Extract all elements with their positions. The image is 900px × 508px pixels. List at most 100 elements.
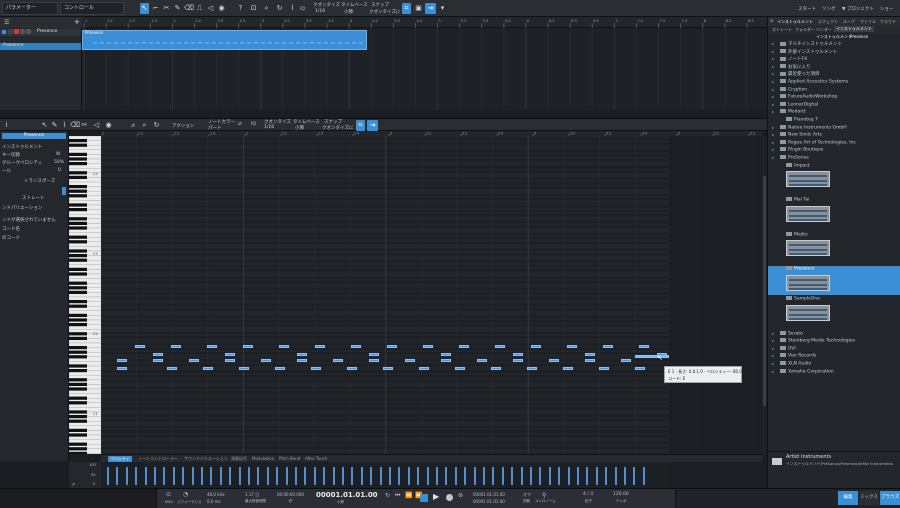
browser-item[interactable]: ▸ New Sonic Arts bbox=[768, 132, 900, 140]
velocity-bar[interactable] bbox=[436, 467, 438, 485]
browser-item[interactable]: ▸ Applied Acoustics Systems bbox=[768, 79, 900, 87]
show-page-button[interactable]: ショー bbox=[880, 6, 894, 12]
velocity-bar[interactable] bbox=[285, 467, 288, 485]
editor-paint-icon[interactable]: ⌇ bbox=[60, 120, 69, 131]
midi-note[interactable] bbox=[333, 359, 343, 362]
expand-arrow-icon[interactable]: ▸ bbox=[772, 71, 774, 76]
pencil-tool-icon[interactable]: ✎ bbox=[173, 3, 182, 14]
browser-tab[interactable]: ループ bbox=[843, 19, 855, 25]
velocity-bar[interactable] bbox=[539, 467, 542, 485]
midi-note[interactable] bbox=[225, 353, 235, 356]
expand-arrow-icon[interactable]: ▸ bbox=[772, 87, 774, 92]
midi-note[interactable] bbox=[279, 345, 289, 348]
midi-note[interactable] bbox=[441, 359, 451, 362]
expand-arrow-icon[interactable]: ▸ bbox=[772, 49, 774, 54]
expand-arrow-icon[interactable]: ▸ bbox=[772, 361, 774, 366]
velocity-bar[interactable] bbox=[210, 467, 213, 485]
velocity-bar[interactable] bbox=[464, 467, 467, 485]
velocity-bar[interactable] bbox=[182, 467, 185, 485]
inspector-row[interactable]: グルーヴベロシティ bbox=[2, 160, 42, 166]
velocity-bar[interactable] bbox=[370, 467, 373, 485]
velocity-bar[interactable] bbox=[313, 467, 316, 485]
velocity-bar[interactable] bbox=[624, 467, 626, 485]
expand-arrow-icon[interactable]: ▸ bbox=[772, 369, 774, 374]
browser-item[interactable]: ▸ マルチインストゥルメント bbox=[768, 41, 900, 49]
instrument-thumbnail[interactable] bbox=[786, 240, 830, 257]
midi-note[interactable] bbox=[315, 345, 325, 348]
browser-item[interactable]: ▸ FutureAudioWorkshop bbox=[768, 94, 900, 102]
metronome-icon[interactable]: ⚲ bbox=[542, 492, 546, 499]
editor-pencil-icon[interactable]: ✎ bbox=[50, 120, 59, 131]
velocity-bar[interactable] bbox=[577, 467, 579, 485]
midi-note[interactable] bbox=[275, 367, 285, 370]
expand-arrow-icon[interactable]: ▸ bbox=[772, 41, 774, 46]
velocity-bar[interactable] bbox=[201, 467, 203, 485]
expand-arrow-icon[interactable]: ▸ bbox=[772, 147, 774, 152]
instrument-thumbnail[interactable] bbox=[786, 205, 830, 222]
expand-arrow-icon[interactable]: ▸ bbox=[772, 102, 774, 107]
midi-note[interactable] bbox=[225, 359, 235, 362]
play-button[interactable]: ▶ bbox=[433, 492, 439, 501]
timebase-value[interactable]: 小節 bbox=[344, 9, 353, 15]
editor-loop-icon[interactable]: ↻ bbox=[152, 120, 161, 131]
midi-note[interactable] bbox=[243, 345, 253, 348]
midi-note[interactable] bbox=[383, 367, 393, 370]
midi-note[interactable] bbox=[549, 359, 559, 362]
velocity-bar[interactable] bbox=[595, 467, 598, 485]
project-page-button[interactable]: ▼ プロジェクト bbox=[842, 6, 874, 12]
velocity-bar[interactable] bbox=[154, 467, 156, 485]
browser-item[interactable]: ▸ Serato bbox=[768, 330, 900, 339]
midi-note[interactable] bbox=[567, 345, 577, 348]
inspector-row[interactable]: ール bbox=[2, 168, 11, 174]
browser-home-icon[interactable]: ⌂ bbox=[770, 18, 773, 24]
menu-icon[interactable]: ▾ bbox=[438, 3, 447, 14]
time-seconds[interactable]: 00:00:00.000 bbox=[277, 492, 304, 497]
velocity-bar[interactable] bbox=[389, 467, 391, 485]
velocity-bar[interactable] bbox=[219, 467, 222, 485]
browser-subtab[interactable]: インストゥルメント bbox=[816, 34, 852, 40]
browser-item[interactable]: ▸ Yamaha Corporation bbox=[768, 368, 900, 377]
expand-arrow-icon[interactable]: ▸ bbox=[772, 79, 774, 84]
midi-note[interactable] bbox=[639, 345, 649, 348]
velocity-bar[interactable] bbox=[191, 467, 194, 485]
inspector-toggle-icon[interactable]: ⅰ bbox=[2, 120, 11, 131]
velocity-bar[interactable] bbox=[642, 467, 645, 485]
start-page-button[interactable]: スタート bbox=[798, 6, 816, 12]
midi-note[interactable] bbox=[387, 345, 397, 348]
browser-item[interactable]: ▸ 最近使った項目 bbox=[768, 71, 900, 79]
velocity-lane[interactable] bbox=[101, 462, 669, 488]
velocity-bar[interactable] bbox=[417, 467, 420, 485]
inspector-value[interactable]: 0 bbox=[58, 168, 61, 173]
browser-item[interactable]: ▸ LennarDigital bbox=[768, 101, 900, 110]
track-name[interactable]: Presence bbox=[37, 29, 57, 34]
edit-view-button[interactable]: 編集 bbox=[838, 491, 858, 505]
velocity-bar[interactable] bbox=[520, 467, 523, 485]
record-button[interactable] bbox=[14, 29, 19, 34]
midi-note[interactable] bbox=[297, 359, 307, 362]
velocity-bar[interactable] bbox=[633, 467, 636, 485]
track-row[interactable]: Presence bbox=[0, 29, 81, 36]
loop-transport-icon[interactable]: ↻ bbox=[385, 492, 390, 499]
velocity-bar[interactable] bbox=[360, 467, 363, 485]
browser-item[interactable]: Pianoteq 7 bbox=[768, 117, 900, 125]
midi-note[interactable] bbox=[153, 359, 163, 362]
expand-arrow-icon[interactable]: ▸ bbox=[772, 155, 774, 160]
inspector-instrument-dropdown[interactable]: Presence bbox=[2, 133, 66, 139]
eraser-tool-icon[interactable]: ⌫ bbox=[184, 3, 194, 14]
midi-note[interactable] bbox=[513, 359, 523, 362]
split-tool-icon[interactable]: ✂ bbox=[162, 3, 171, 14]
expand-arrow-icon[interactable]: ▸ bbox=[772, 338, 774, 343]
expand-arrow-icon[interactable]: ▸ bbox=[772, 94, 774, 99]
velocity-bar[interactable] bbox=[238, 467, 241, 485]
inspector-key-value[interactable]: W bbox=[56, 152, 60, 157]
midi-note[interactable] bbox=[513, 353, 523, 356]
track-list-icon[interactable]: ☰ bbox=[4, 19, 9, 26]
midi-note[interactable] bbox=[117, 359, 127, 362]
action-menu[interactable]: アクション bbox=[172, 123, 194, 129]
midi-note[interactable] bbox=[311, 367, 321, 370]
browser-item[interactable]: Impact bbox=[768, 162, 900, 171]
velocity-bar[interactable] bbox=[511, 467, 514, 485]
midi-note[interactable] bbox=[239, 367, 249, 370]
midi-note[interactable] bbox=[603, 345, 613, 348]
browser-filter-active[interactable]: インストゥルメント bbox=[834, 26, 874, 32]
